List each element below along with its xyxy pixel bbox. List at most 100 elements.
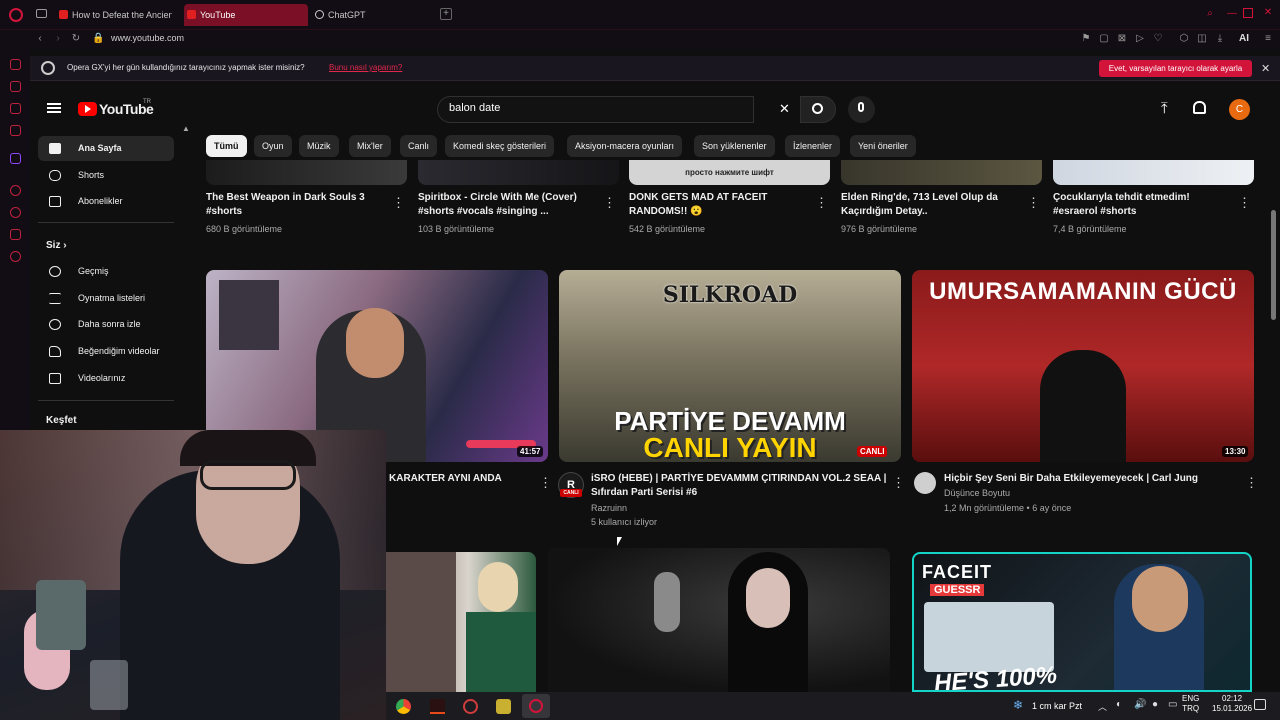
video-thumbnail[interactable]: UMURSAMAMANIN GÜCÜ <box>912 270 1254 462</box>
obs-icon[interactable] <box>463 699 478 714</box>
messenger-icon[interactable] <box>10 103 21 114</box>
mic-tray-icon[interactable]: ● <box>1152 699 1158 710</box>
notice-close-icon[interactable]: ✕ <box>1261 62 1270 75</box>
chip-music[interactable]: Müzik <box>299 135 339 157</box>
video-title[interactable]: KARAKTER AYNI ANDA <box>389 472 502 486</box>
youtube-logo-icon[interactable] <box>78 102 97 116</box>
chip-live[interactable]: Canlı <box>400 135 438 157</box>
download-icon[interactable]: ⤓ <box>1214 33 1226 45</box>
account-avatar[interactable]: C <box>1229 99 1250 120</box>
extensions-icon[interactable]: ⬡ <box>1178 33 1190 45</box>
network-icon[interactable]: ▭ <box>1168 699 1177 710</box>
screenshot-icon[interactable]: ▢ <box>1098 33 1110 45</box>
chip-new[interactable]: Yeni öneriler <box>850 135 916 157</box>
tray-icon[interactable]: ◐ <box>1116 699 1122 710</box>
notification-center-icon[interactable] <box>1254 699 1266 710</box>
weather-text[interactable]: 1 cm kar Pzt <box>1032 701 1082 711</box>
short-title[interactable]: The Best Weapon in Dark Souls 3 #shorts <box>206 191 386 219</box>
bookmark-icon[interactable]: ⚑ <box>1080 33 1092 45</box>
sidebar-item-shorts[interactable]: Shorts <box>38 163 174 188</box>
minimize-icon[interactable]: — <box>1226 8 1238 20</box>
channel-name[interactable]: Düşünce Boyutu <box>944 486 1010 500</box>
wallet-icon[interactable]: ◫ <box>1196 33 1208 45</box>
sidebar-item-watch-later[interactable]: Daha sonra izle <box>38 312 174 337</box>
opera-logo-icon[interactable] <box>9 8 23 22</box>
chip-recent[interactable]: Son yüklenenler <box>694 135 775 157</box>
short-thumbnail[interactable] <box>841 160 1042 185</box>
volume-icon[interactable]: 🔊 <box>1134 699 1146 710</box>
short-title[interactable]: Spiritbox - Circle With Me (Cover) #short… <box>418 191 598 219</box>
channel-name[interactable]: Razruinn <box>591 501 627 515</box>
extensions-sidebar-icon[interactable] <box>10 229 21 240</box>
short-thumbnail[interactable]: просто нажмите шифт <box>629 160 830 185</box>
game-icon[interactable] <box>496 699 511 714</box>
more-options-icon[interactable]: ⋮ <box>1245 476 1258 489</box>
opera-taskbar-button[interactable] <box>522 694 550 718</box>
tab-how-to-defeat[interactable]: How to Defeat the Ancient <box>56 4 172 26</box>
channel-avatar[interactable] <box>914 472 936 494</box>
page-scrollbar[interactable] <box>1271 210 1276 320</box>
clock[interactable]: 02:12 15.01.2026 <box>1212 694 1252 714</box>
chip-all[interactable]: Tümü <box>206 135 247 157</box>
short-title[interactable]: DONK GETS MAD AT FACEIT RANDOMS!! 😮 <box>629 191 809 219</box>
chip-action-adventure[interactable]: Aksiyon-macera oyunları <box>567 135 683 157</box>
tab-chatgpt[interactable]: ChatGPT <box>312 4 436 26</box>
back-icon[interactable]: ‹ <box>34 33 46 45</box>
voice-search-button[interactable] <box>848 96 875 123</box>
sidebar-you-header[interactable]: Siz › <box>46 240 67 251</box>
sidebar-item-liked[interactable]: Beğendiğim videolar <box>38 339 174 364</box>
maximize-icon[interactable] <box>1243 8 1253 18</box>
close-window-icon[interactable]: ✕ <box>1262 7 1274 19</box>
more-options-icon[interactable]: ⋮ <box>892 476 905 489</box>
short-title[interactable]: Çocuklarıyla tehdit etmedim! #esraerol #s… <box>1053 191 1233 219</box>
chip-comedy[interactable]: Komedi skeç gösterileri <box>445 135 555 157</box>
tab-youtube[interactable]: YouTube <box>184 4 308 26</box>
video-thumbnail[interactable]: SILKROAD PARTİYE DEVAMM CANLI YAYIN <box>559 270 901 462</box>
short-title[interactable]: Elden Ring'de, 713 Level Olup da Kaçırdığ… <box>841 191 1021 219</box>
hamburger-menu-icon[interactable] <box>47 103 61 113</box>
sidebar-item-history[interactable]: Geçmiş <box>38 259 174 284</box>
menu-icon[interactable]: ≡ <box>1262 33 1274 45</box>
more-options-icon[interactable]: ⋮ <box>815 196 828 209</box>
player-icon[interactable]: ▷ <box>1134 33 1146 45</box>
more-options-icon[interactable]: ⋮ <box>1238 196 1251 209</box>
video-thumbnail[interactable]: FACEIT GUESSR HE'S 100% <box>912 552 1252 692</box>
tab-menu-icon[interactable] <box>36 9 47 18</box>
url-text[interactable]: www.youtube.com <box>111 31 184 46</box>
sidebar-item-your-videos[interactable]: Videolarınız <box>38 366 174 391</box>
short-thumbnail[interactable] <box>206 160 407 185</box>
video-thumbnail[interactable] <box>386 552 536 692</box>
video-title[interactable]: Hiçbir Şey Seni Bir Daha Etkileyemeyecek… <box>944 472 1234 486</box>
search-button[interactable] <box>800 96 836 123</box>
forward-icon[interactable]: › <box>52 33 64 45</box>
chrome-icon[interactable] <box>396 699 411 714</box>
notifications-bell-icon[interactable] <box>1193 101 1206 114</box>
chip-mixes[interactable]: Mix'ler <box>349 135 391 157</box>
tray-chevron-icon[interactable]: ︿ <box>1098 700 1107 713</box>
video-thumbnail[interactable] <box>548 548 890 692</box>
short-thumbnail[interactable] <box>1053 160 1254 185</box>
language-indicator[interactable]: ENG TRQ <box>1182 694 1199 714</box>
chip-gaming[interactable]: Oyun <box>254 135 292 157</box>
video-title[interactable]: iSRO (HEBE) | PARTİYE DEVAMMM ÇITIRINDAN… <box>591 472 891 500</box>
ai-button[interactable]: AI <box>1234 33 1254 45</box>
history-sidebar-icon[interactable] <box>10 207 21 218</box>
vpn-icon[interactable]: ⊠ <box>1116 33 1128 45</box>
set-default-button[interactable]: Evet, varsayılan tarayıcı olarak ayarla <box>1099 60 1252 77</box>
more-options-icon[interactable]: ⋮ <box>392 196 405 209</box>
instagram-icon[interactable] <box>10 125 21 136</box>
more-options-icon[interactable]: ⋮ <box>603 196 616 209</box>
search-query[interactable]: balon date <box>449 102 500 114</box>
sidebar-item-playlists[interactable]: Oynatma listeleri <box>38 286 174 311</box>
heart-icon[interactable]: ♡ <box>1152 33 1164 45</box>
sidebar-item-home[interactable]: Ana Sayfa <box>38 136 174 161</box>
reload-icon[interactable]: ↻ <box>70 33 82 45</box>
more-options-icon[interactable]: ⋮ <box>539 476 552 489</box>
player-sidebar-icon[interactable] <box>10 185 21 196</box>
sidebar-item-subscriptions[interactable]: Abonelikler <box>38 189 174 214</box>
more-options-icon[interactable]: ⋮ <box>1027 196 1040 209</box>
app-icon[interactable] <box>430 699 445 714</box>
twitch-icon[interactable] <box>10 153 21 164</box>
short-thumbnail[interactable] <box>418 160 619 185</box>
settings-sidebar-icon[interactable] <box>10 251 21 262</box>
